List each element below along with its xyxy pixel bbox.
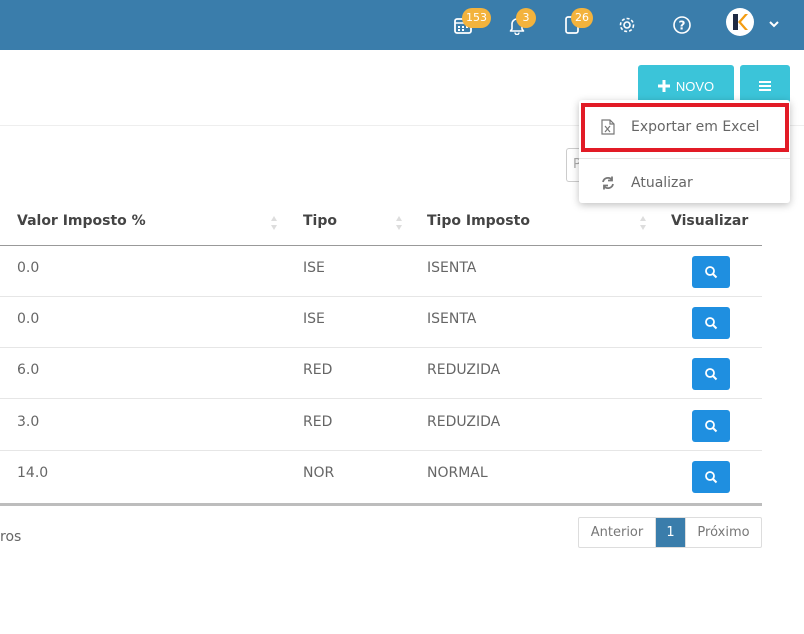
cell-valor: 6.0 (17, 362, 40, 378)
pagination-prev[interactable]: Anterior (579, 518, 656, 547)
chevron-down-icon[interactable] (766, 16, 782, 32)
table-bottom-border (0, 503, 762, 506)
refresh-item[interactable]: Atualizar (579, 161, 790, 205)
cell-valor: 0.0 (17, 311, 40, 327)
view-button[interactable] (692, 410, 730, 442)
svg-text:?: ? (679, 19, 686, 33)
pagination-page-1[interactable]: 1 (656, 518, 685, 547)
cell-tipo-imposto: NORMAL (427, 465, 488, 481)
calendar-icon[interactable]: 153 (446, 8, 491, 42)
cell-valor: 3.0 (17, 414, 40, 430)
top-navbar: 153 3 26 ? K (0, 0, 804, 50)
search-icon (705, 266, 718, 279)
table-row: 14.0 NOR NORMAL (0, 451, 762, 502)
avatar-letter: K (740, 26, 741, 28)
header-valor-imposto[interactable]: Valor Imposto % (17, 213, 146, 229)
excel-icon (599, 118, 617, 136)
export-excel-item[interactable]: Exportar em Excel (579, 105, 790, 149)
search-icon (705, 420, 718, 433)
dropdown-divider (579, 158, 790, 159)
pagination: Anterior 1 Próximo (578, 517, 762, 548)
cell-valor: 0.0 (17, 260, 40, 276)
search-icon (705, 368, 718, 381)
cell-valor: 14.0 (17, 465, 49, 481)
cell-tipo: ISE (303, 260, 325, 276)
header-tipo-imposto[interactable]: Tipo Imposto (427, 213, 530, 229)
help-icon[interactable]: ? (665, 8, 699, 42)
document-badge: 26 (571, 8, 593, 28)
view-button[interactable] (692, 256, 730, 288)
refresh-icon (599, 174, 617, 192)
refresh-label: Atualizar (631, 175, 693, 191)
view-button[interactable] (692, 461, 730, 493)
search-icon (705, 317, 718, 330)
bell-icon[interactable]: 3 (500, 8, 536, 42)
sort-icon[interactable] (269, 213, 279, 233)
header-visualizar: Visualizar (671, 213, 749, 229)
novo-label: NOVO (675, 78, 715, 94)
user-avatar[interactable]: K (726, 8, 754, 36)
cell-tipo: NOR (303, 465, 335, 481)
table-row: 6.0 RED REDUZIDA (0, 348, 762, 399)
export-excel-label: Exportar em Excel (631, 119, 760, 135)
table-row: 0.0 ISE ISENTA (0, 297, 762, 348)
pagination-next[interactable]: Próximo (685, 518, 761, 547)
hamburger-icon (759, 81, 771, 91)
table-row: 3.0 RED REDUZIDA (0, 400, 762, 451)
cell-tipo-imposto: ISENTA (427, 311, 477, 327)
calendar-badge: 153 (462, 8, 491, 28)
search-icon (705, 471, 718, 484)
cell-tipo: ISE (303, 311, 325, 327)
view-button[interactable] (692, 358, 730, 390)
records-info: ros (0, 529, 22, 545)
bell-badge: 3 (516, 8, 536, 28)
plus-icon (657, 80, 670, 92)
sort-icon[interactable] (638, 213, 648, 233)
cell-tipo-imposto: REDUZIDA (427, 414, 501, 430)
cell-tipo-imposto: REDUZIDA (427, 362, 501, 378)
sort-icon[interactable] (394, 213, 404, 233)
table-row: 0.0 ISE ISENTA (0, 246, 762, 297)
cell-tipo-imposto: ISENTA (427, 260, 477, 276)
gear-icon[interactable] (610, 8, 644, 42)
cell-tipo: RED (303, 362, 333, 378)
document-icon[interactable]: 26 (555, 8, 593, 42)
view-button[interactable] (692, 307, 730, 339)
cell-tipo: RED (303, 414, 333, 430)
actions-dropdown: Exportar em Excel Atualizar (579, 100, 790, 203)
header-tipo[interactable]: Tipo (303, 213, 337, 229)
